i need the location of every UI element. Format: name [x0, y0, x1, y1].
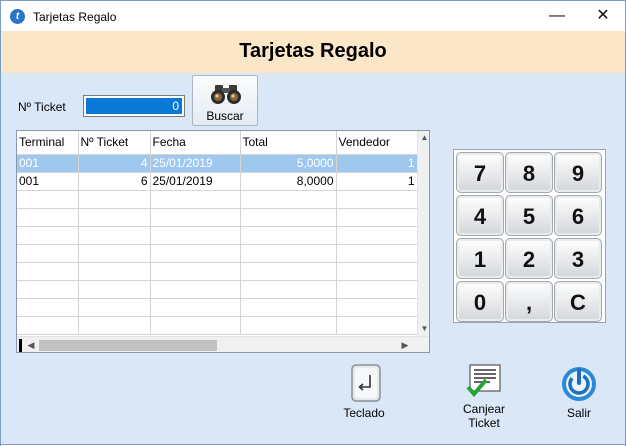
table-row-empty: [17, 298, 418, 317]
column-header-vendedor[interactable]: Vendedor: [336, 131, 418, 155]
exit-button[interactable]: Salir: [551, 363, 607, 421]
key-1[interactable]: 1: [456, 238, 504, 279]
cell-total: 5,0000: [240, 154, 337, 173]
cell-terminal: 001: [17, 172, 79, 191]
numeric-keypad: 7 8 9 4 5 6 1 2 3 0 , C: [453, 149, 606, 323]
scroll-down-icon[interactable]: ▼: [418, 322, 429, 336]
key-3[interactable]: 3: [554, 238, 602, 279]
key-8[interactable]: 8: [505, 152, 553, 193]
cell-vendedor: 1: [336, 172, 418, 191]
page-title: Tarjetas Regalo: [239, 40, 387, 62]
key-7[interactable]: 7: [456, 152, 504, 193]
title-bar: t Tarjetas Regalo — ✕: [0, 0, 626, 31]
tickets-table: Terminal Nº Ticket Fecha Total Vendedor …: [17, 131, 418, 335]
main-panel: Nº Ticket 0 Buscar Terminal Nº Ticket Fe…: [1, 73, 625, 445]
key-5[interactable]: 5: [505, 195, 553, 236]
column-header-ticket[interactable]: Nº Ticket: [78, 131, 151, 155]
window-title: Tarjetas Regalo: [33, 10, 117, 24]
table-row-empty: [17, 244, 418, 263]
horizontal-scrollbar[interactable]: ◀ ▶: [17, 336, 429, 352]
key-clear[interactable]: C: [554, 281, 602, 322]
key-6[interactable]: 6: [554, 195, 602, 236]
tickets-grid[interactable]: Terminal Nº Ticket Fecha Total Vendedor …: [16, 130, 430, 353]
minimize-button[interactable]: —: [534, 1, 580, 31]
column-header-terminal[interactable]: Terminal: [17, 131, 79, 155]
table-header-row: Terminal Nº Ticket Fecha Total Vendedor: [17, 131, 418, 155]
redeem-label-line2: Ticket: [468, 416, 500, 430]
horizontal-scroll-thumb[interactable]: [39, 340, 217, 351]
cell-ticket: 4: [78, 154, 151, 173]
table-row-empty: [17, 190, 418, 209]
close-button[interactable]: ✕: [580, 1, 626, 31]
ticket-input[interactable]: 0: [83, 95, 185, 117]
key-0[interactable]: 0: [456, 281, 504, 322]
vertical-scrollbar[interactable]: ▲ ▼: [417, 131, 429, 336]
table-row-empty: [17, 262, 418, 281]
keyboard-button[interactable]: Teclado: [336, 363, 392, 421]
column-header-fecha[interactable]: Fecha: [150, 131, 241, 155]
key-9[interactable]: 9: [554, 152, 602, 193]
enter-key-icon: [351, 364, 381, 402]
ticket-input-value: 0: [86, 98, 182, 114]
table-row[interactable]: 001 6 25/01/2019 8,0000 1: [17, 172, 418, 191]
power-icon: [562, 367, 596, 401]
cell-fecha: 25/01/2019: [150, 172, 241, 191]
exit-button-label: Salir: [566, 406, 591, 420]
table-row[interactable]: 001 4 25/01/2019 5,0000 1: [17, 154, 418, 173]
key-comma[interactable]: ,: [505, 281, 553, 322]
redeem-ticket-button[interactable]: Canjear Ticket: [456, 363, 512, 430]
search-button-label: Buscar: [206, 109, 244, 123]
cell-total: 8,0000: [240, 172, 337, 191]
cell-fecha: 25/01/2019: [150, 154, 241, 173]
column-header-total[interactable]: Total: [240, 131, 337, 155]
page-header: Tarjetas Regalo: [1, 31, 625, 73]
search-button[interactable]: Buscar: [192, 75, 258, 126]
scroll-up-icon[interactable]: ▲: [418, 131, 429, 145]
row-indicator: [19, 339, 22, 352]
cell-terminal: 001: [17, 154, 79, 173]
cell-vendedor: 1: [336, 154, 418, 173]
keyboard-button-label: Teclado: [343, 406, 385, 420]
table-row-empty: [17, 316, 418, 335]
redeem-ticket-icon: [466, 364, 501, 398]
scroll-right-icon[interactable]: ▶: [398, 337, 412, 352]
redeem-label-line1: Canjear: [462, 402, 506, 416]
ticket-label: Nº Ticket: [18, 100, 66, 114]
cell-ticket: 6: [78, 172, 151, 191]
binoculars-icon: [211, 85, 241, 104]
scroll-left-icon[interactable]: ◀: [24, 337, 38, 352]
table-row-empty: [17, 280, 418, 299]
key-4[interactable]: 4: [456, 195, 504, 236]
table-row-empty: [17, 226, 418, 245]
key-2[interactable]: 2: [505, 238, 553, 279]
table-row-empty: [17, 208, 418, 227]
app-icon: t: [10, 9, 25, 24]
